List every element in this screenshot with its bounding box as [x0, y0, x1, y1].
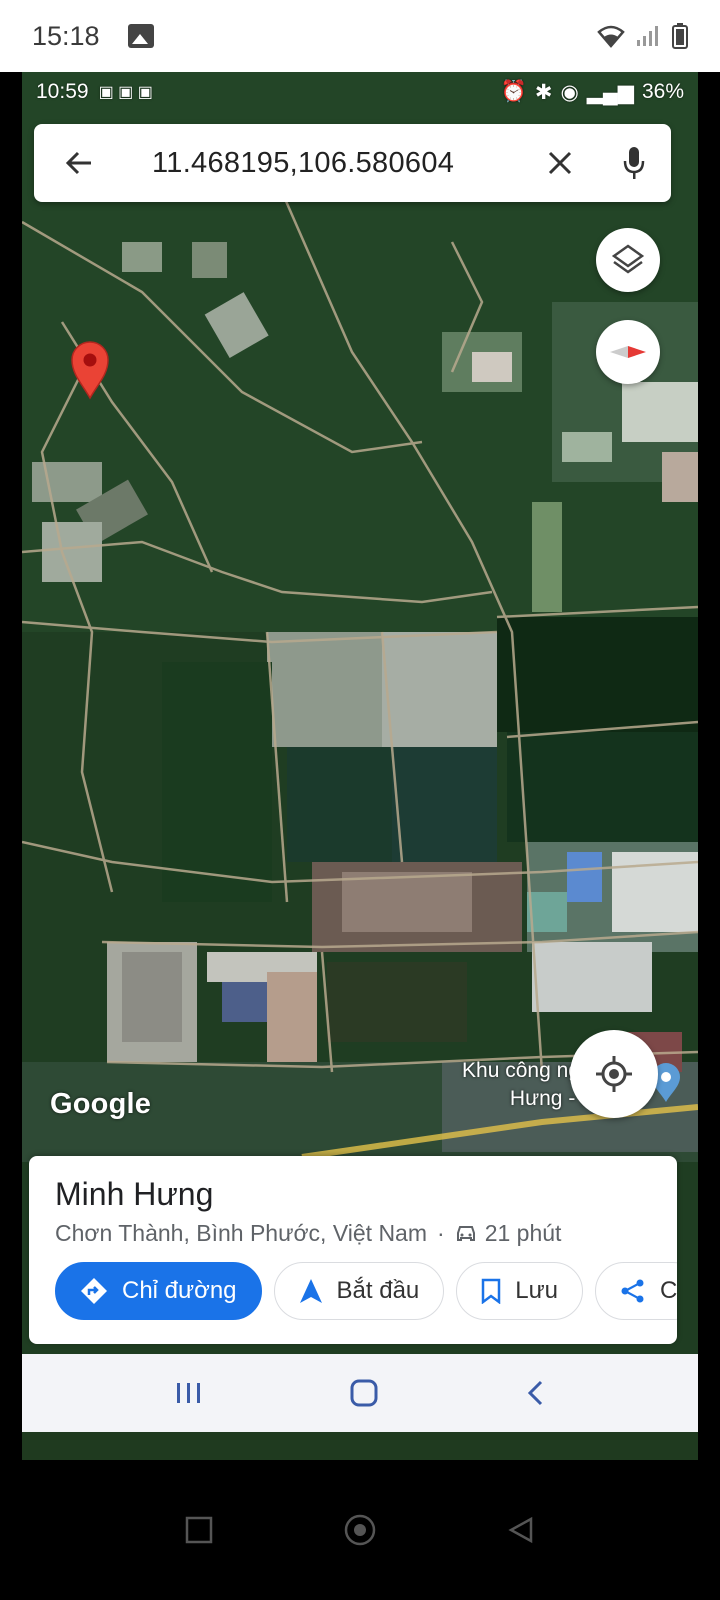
bluetooth-icon: ✱: [534, 80, 553, 104]
close-icon: [548, 151, 572, 175]
wifi-icon: [597, 25, 625, 48]
drive-time: 21 phút: [484, 1220, 562, 1246]
compass-icon: [610, 346, 646, 358]
search-bar[interactable]: 11.468195,106.580604: [34, 124, 671, 202]
start-button[interactable]: Bắt đầu: [273, 1262, 445, 1320]
place-details: Chơn Thành, Bình Phước, Việt Nam · 21 ph…: [55, 1220, 561, 1247]
save-label: Lưu: [515, 1277, 559, 1304]
car-icon: [456, 1225, 475, 1241]
status-icons: [596, 23, 688, 49]
back-triangle-icon[interactable]: [507, 1516, 535, 1544]
action-chips: Chỉ đường Bắt đầu Lưu C: [55, 1262, 677, 1320]
share-button[interactable]: C: [595, 1262, 677, 1320]
search-query[interactable]: 11.468195,106.580604: [124, 147, 523, 180]
battery-icon: [672, 23, 688, 49]
device-nav-bar: [0, 1490, 720, 1570]
start-label: Bắt đầu: [336, 1277, 420, 1304]
clear-button[interactable]: [523, 124, 597, 202]
notification-icons: ▣ ▣ ▣: [98, 84, 153, 101]
home-circle-icon[interactable]: [344, 1514, 376, 1546]
separator: ·: [437, 1220, 445, 1246]
status-time: 15:18: [32, 20, 100, 51]
save-button[interactable]: Lưu: [456, 1262, 584, 1320]
directions-icon: [81, 1278, 107, 1304]
signal-icon: ▂▄▆: [586, 80, 634, 104]
alarm-icon: ⏰: [500, 80, 527, 103]
recent-apps-icon[interactable]: [175, 1381, 203, 1405]
screenshot-status-icons: ⏰ ✱ ◉ ▂▄▆ 36%: [501, 80, 684, 105]
google-logo: Google: [50, 1088, 152, 1120]
share-icon: [621, 1279, 644, 1303]
compass-button[interactable]: [596, 320, 660, 384]
gallery-notification-icon: [127, 24, 154, 48]
my-location-button[interactable]: [570, 1030, 658, 1118]
my-location-icon: [596, 1056, 632, 1092]
overview-icon[interactable]: [185, 1516, 213, 1544]
screenshot-status-bar: 10:59 ▣ ▣ ▣ ⏰ ✱ ◉ ▂▄▆ 36%: [22, 72, 698, 112]
battery-percent: 36%: [641, 80, 684, 103]
back-nav-icon[interactable]: [525, 1379, 545, 1407]
directions-label: Chỉ đường: [122, 1277, 237, 1304]
home-icon[interactable]: [350, 1379, 378, 1407]
screenshot-time: 10:59: [36, 80, 89, 103]
screenshot-nav-bar: [22, 1354, 698, 1432]
device-status-bar: 15:18: [0, 0, 720, 72]
location-icon: ◉: [560, 80, 579, 104]
share-label: C: [660, 1277, 677, 1304]
arrow-left-icon: [65, 151, 91, 175]
place-sheet[interactable]: Minh Hưng Chơn Thành, Bình Phước, Việt N…: [29, 1156, 677, 1344]
layers-icon: [611, 244, 645, 274]
bookmark-icon: [482, 1278, 501, 1304]
phone-screen: 10:59 ▣ ▣ ▣ ⏰ ✱ ◉ ▂▄▆ 36% 11.468195,106.…: [22, 72, 698, 1460]
place-name: Minh Hưng: [55, 1176, 214, 1212]
map-pin-icon[interactable]: [70, 340, 110, 400]
voice-search-button[interactable]: [597, 124, 671, 202]
layers-button[interactable]: [596, 228, 660, 292]
signal-icon: [637, 26, 658, 46]
place-address: Chơn Thành, Bình Phước, Việt Nam: [55, 1220, 428, 1246]
mic-icon: [623, 147, 645, 179]
directions-button[interactable]: Chỉ đường: [55, 1262, 262, 1320]
navigation-icon: [299, 1279, 322, 1303]
back-button[interactable]: [34, 124, 124, 202]
